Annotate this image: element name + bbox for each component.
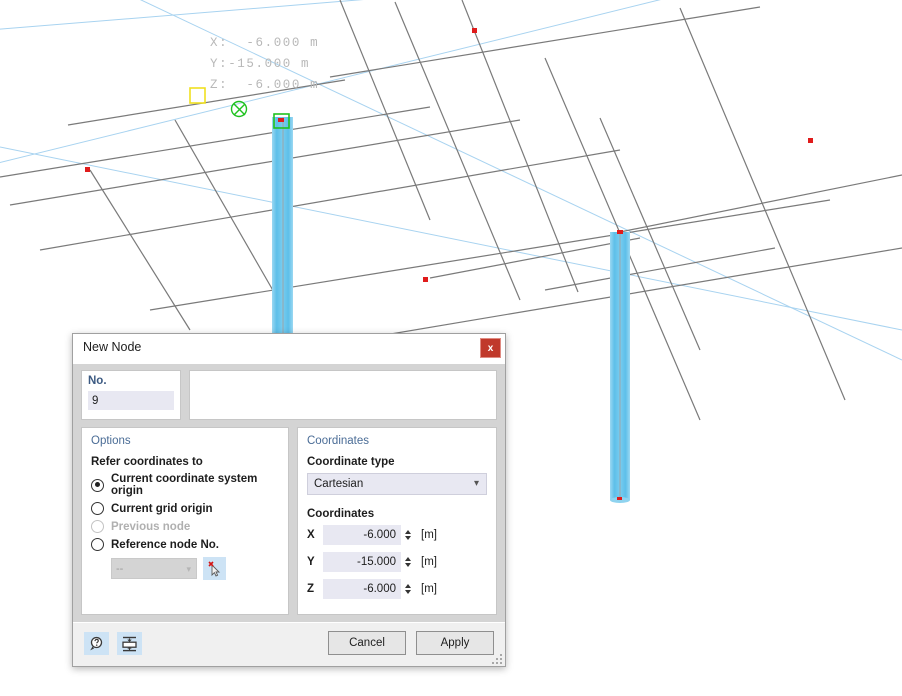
pick-node-icon bbox=[207, 561, 222, 577]
coordinate-unit: [m] bbox=[421, 583, 437, 595]
radio-current-coordinate-system-origin[interactable]: Current coordinate system origin bbox=[91, 473, 279, 497]
coordinate-z-input[interactable] bbox=[323, 579, 401, 599]
radio-current-grid-origin[interactable]: Current grid origin bbox=[91, 502, 279, 515]
coordinate-unit: [m] bbox=[421, 556, 437, 568]
coordinate-axis-label: Z bbox=[307, 583, 323, 595]
coordinate-row-z: Z [m] bbox=[307, 579, 487, 599]
footer-button-group: Cancel Apply bbox=[328, 631, 494, 655]
snap-markers bbox=[190, 88, 289, 128]
coordinate-type-select[interactable]: Cartesian ▾ bbox=[307, 473, 487, 495]
table-view-button[interactable] bbox=[117, 632, 142, 655]
table-view-icon bbox=[121, 636, 138, 652]
pick-node-button[interactable] bbox=[203, 557, 226, 580]
coord-readout-x: X: -6.000 m bbox=[210, 36, 319, 50]
top-row: No. bbox=[81, 370, 497, 420]
refer-coordinates-label: Refer coordinates to bbox=[91, 456, 279, 468]
node-number-input[interactable] bbox=[88, 391, 174, 410]
column-left bbox=[272, 117, 293, 335]
resize-grip[interactable] bbox=[492, 654, 502, 664]
chevron-down-icon: ▾ bbox=[186, 564, 191, 575]
node-markers bbox=[85, 28, 813, 282]
radio-label: Current grid origin bbox=[111, 503, 213, 515]
coord-readout-y: Y:-15.000 m bbox=[210, 57, 310, 71]
radio-label: Current coordinate system origin bbox=[111, 473, 279, 497]
coordinate-axis-label: Y bbox=[307, 556, 323, 568]
dialog-titlebar[interactable]: New Node x bbox=[73, 334, 505, 364]
coordinates-group: Coordinates Coordinate type Cartesian ▾ … bbox=[297, 427, 497, 615]
coordinate-z-stepper[interactable] bbox=[401, 579, 414, 599]
main-row: Options Refer coordinates to Current coo… bbox=[81, 427, 497, 615]
chevron-down-icon: ▾ bbox=[474, 478, 479, 489]
coordinate-row-y: Y [m] bbox=[307, 552, 487, 572]
coordinate-x-input[interactable] bbox=[323, 525, 401, 545]
coordinate-x-stepper[interactable] bbox=[401, 525, 414, 545]
radio-icon[interactable] bbox=[91, 502, 104, 515]
coordinate-axis-label: X bbox=[307, 529, 323, 541]
dialog-footer: Cancel Apply bbox=[73, 622, 505, 666]
dialog-title: New Node bbox=[83, 340, 141, 354]
apply-button[interactable]: Apply bbox=[416, 631, 494, 655]
cancel-button[interactable]: Cancel bbox=[328, 631, 406, 655]
node-description-panel[interactable] bbox=[189, 370, 497, 420]
help-magnifier-icon bbox=[89, 636, 105, 652]
node-number-label: No. bbox=[88, 375, 174, 387]
radio-icon[interactable] bbox=[91, 479, 104, 492]
reference-node-row: -- ▾ bbox=[111, 557, 279, 580]
node-number-panel: No. bbox=[81, 370, 181, 420]
coordinate-row-x: X [m] bbox=[307, 525, 487, 545]
new-node-dialog: New Node x No. Options Refer coordinates… bbox=[72, 333, 506, 667]
coordinate-unit: [m] bbox=[421, 529, 437, 541]
radio-icon[interactable] bbox=[91, 538, 104, 551]
radio-icon bbox=[91, 520, 104, 533]
coordinate-y-stepper[interactable] bbox=[401, 552, 414, 572]
coordinate-type-label: Coordinate type bbox=[307, 456, 487, 468]
column-right bbox=[610, 232, 630, 503]
coordinate-y-input[interactable] bbox=[323, 552, 401, 572]
coordinate-type-value: Cartesian bbox=[314, 478, 363, 490]
radio-previous-node: Previous node bbox=[91, 520, 279, 533]
coordinates-list-label: Coordinates bbox=[307, 508, 487, 520]
radio-label: Reference node No. bbox=[111, 539, 219, 551]
coord-readout-z: Z: -6.000 m bbox=[210, 78, 319, 92]
options-group-title: Options bbox=[91, 435, 279, 447]
dialog-body: No. Options Refer coordinates to Current… bbox=[73, 364, 505, 615]
reference-node-select: -- ▾ bbox=[111, 558, 197, 579]
footer-icon-group bbox=[84, 632, 142, 655]
radio-reference-node-no[interactable]: Reference node No. bbox=[91, 538, 279, 551]
options-group: Options Refer coordinates to Current coo… bbox=[81, 427, 289, 615]
reference-node-value: -- bbox=[116, 563, 123, 575]
radio-label: Previous node bbox=[111, 521, 190, 533]
coordinates-group-title: Coordinates bbox=[307, 435, 487, 447]
close-icon[interactable]: x bbox=[480, 338, 501, 358]
help-button[interactable] bbox=[84, 632, 109, 655]
guide-axis-lines bbox=[0, 0, 902, 360]
